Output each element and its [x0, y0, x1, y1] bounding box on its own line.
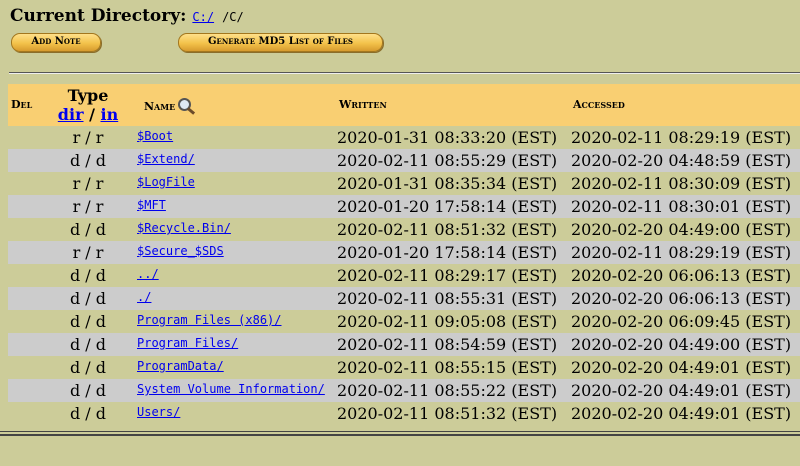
- file-name-link[interactable]: Program Files/: [137, 336, 238, 350]
- table-row: d / d $Recycle.Bin/2020-02-11 08:51:32 (E…: [8, 218, 800, 241]
- table-row: d / d $Extend/2020-02-11 08:55:29 (EST) 20…: [8, 149, 800, 172]
- current-directory-header: Current Directory: C:/ /C/: [10, 6, 244, 26]
- table-row: d / d ../ 2020-02-11 08:29:17 (EST) 2020-02…: [8, 264, 800, 287]
- row-written: 2020-01-31 08:35:34 (EST): [337, 174, 558, 193]
- row-type: r / r: [72, 128, 104, 147]
- row-accessed: 2020-02-20 04:49:01 (EST): [571, 381, 792, 400]
- type-in-link[interactable]: in: [100, 105, 118, 124]
- table-row: r / r $Boot 2020-01-31 08:33:20 (EST) 2020-…: [8, 126, 800, 149]
- file-name-link[interactable]: ProgramData/: [137, 359, 224, 373]
- row-accessed: 2020-02-20 04:48:59 (EST): [571, 151, 792, 170]
- file-name-link[interactable]: $Secure_$SDS: [137, 244, 224, 258]
- row-written: 2020-02-11 08:51:32 (EST): [337, 220, 558, 239]
- row-accessed: 2020-02-11 08:29:19 (EST): [571, 243, 792, 262]
- row-accessed: 2020-02-20 06:09:45 (EST): [571, 312, 792, 331]
- file-name-link[interactable]: $LogFile: [137, 175, 195, 189]
- row-accessed: 2020-02-11 08:30:09 (EST): [571, 174, 792, 193]
- row-accessed: 2020-02-20 04:49:00 (EST): [571, 335, 792, 354]
- row-written: 2020-01-20 17:58:14 (EST): [337, 197, 558, 216]
- file-name-link[interactable]: $MFT: [137, 198, 166, 212]
- type-sep: /: [83, 105, 101, 124]
- row-accessed: 2020-02-20 06:06:13 (EST): [571, 289, 792, 308]
- row-type: d / d: [69, 312, 107, 331]
- col-name-header: Name: [144, 98, 197, 115]
- row-type: d / d: [69, 381, 107, 400]
- row-type: d / d: [69, 404, 107, 423]
- file-name-link[interactable]: ./: [137, 290, 151, 304]
- row-accessed: 2020-02-20 04:49:01 (EST): [571, 358, 792, 377]
- table-row: d / d System Volume Information/2020-02-1…: [8, 379, 800, 402]
- row-accessed: 2020-02-11 08:29:19 (EST): [571, 128, 792, 147]
- table-row: r / r $LogFile 2020-01-31 08:35:34 (EST) 20…: [8, 172, 800, 195]
- col-del-header: Del: [11, 98, 33, 111]
- add-note-button[interactable]: Add Note: [11, 33, 101, 52]
- row-accessed: 2020-02-11 08:30:01 (EST): [571, 197, 792, 216]
- file-name-link[interactable]: $Extend/: [137, 152, 195, 166]
- magnifier-icon[interactable]: [175, 98, 197, 115]
- row-written: 2020-01-20 17:58:14 (EST): [337, 243, 558, 262]
- row-written: 2020-02-11 08:51:32 (EST): [337, 404, 558, 423]
- row-type: d / d: [69, 151, 107, 170]
- row-written: 2020-02-11 08:29:17 (EST): [337, 266, 558, 285]
- file-table-body: r / r $Boot 2020-01-31 08:33:20 (EST) 2020-…: [8, 126, 800, 425]
- row-type: d / d: [69, 358, 107, 377]
- col-type-label: Type: [67, 86, 109, 105]
- current-directory-label: Current Directory:: [10, 6, 187, 26]
- type-dir-link[interactable]: dir: [58, 105, 84, 124]
- bottom-divider: [0, 431, 800, 436]
- col-type-header: Type dir / in: [56, 86, 120, 124]
- row-type: d / d: [69, 220, 107, 239]
- row-written: 2020-02-11 08:55:15 (EST): [337, 358, 558, 377]
- row-type: r / r: [72, 197, 104, 216]
- file-name-link[interactable]: $Recycle.Bin/: [137, 221, 231, 235]
- row-type: d / d: [69, 289, 107, 308]
- table-row: d / d ./ 2020-02-11 08:55:31 (EST) 2020-02-…: [8, 287, 800, 310]
- row-type: d / d: [69, 335, 107, 354]
- table-row: d / d ProgramData/2020-02-11 08:55:15 (ES…: [8, 356, 800, 379]
- row-type: r / r: [72, 174, 104, 193]
- file-name-link[interactable]: Program Files (x86)/: [137, 313, 282, 327]
- row-accessed: 2020-02-20 04:49:01 (EST): [571, 404, 792, 423]
- col-accessed-header: Accessed: [573, 98, 625, 111]
- file-name-link[interactable]: ../: [137, 267, 159, 281]
- file-table-header: Del Type dir / in Name Written Accessed: [8, 84, 800, 126]
- col-written-header: Written: [339, 98, 387, 111]
- table-row: r / r $MFT 2020-01-20 17:58:14 (EST) 2020-0…: [8, 195, 800, 218]
- row-written: 2020-02-11 08:54:59 (EST): [337, 335, 558, 354]
- top-divider: [9, 72, 800, 74]
- row-type: r / r: [72, 243, 104, 262]
- generate-md5-button[interactable]: Generate MD5 List of Files: [178, 33, 383, 52]
- file-name-link[interactable]: $Boot: [137, 129, 173, 143]
- row-accessed: 2020-02-20 04:49:00 (EST): [571, 220, 792, 239]
- file-name-link[interactable]: System Volume Information/: [137, 382, 325, 396]
- file-name-link[interactable]: Users/: [137, 405, 180, 419]
- row-accessed: 2020-02-20 06:06:13 (EST): [571, 266, 792, 285]
- table-row: d / d Program Files (x86)/ 2020-02-11 09:0…: [8, 310, 800, 333]
- path-link-root[interactable]: C:/: [192, 10, 214, 24]
- path-current: /C/: [222, 10, 244, 24]
- table-row: d / d Users/2020-02-11 08:51:32 (EST) 2020…: [8, 402, 800, 425]
- table-row: d / d Program Files/2020-02-11 08:54:59 (…: [8, 333, 800, 356]
- row-written: 2020-02-11 08:55:22 (EST): [337, 381, 558, 400]
- row-written: 2020-02-11 08:55:31 (EST): [337, 289, 558, 308]
- table-row: r / r $Secure_$SDS 2020-01-20 17:58:14 (ES…: [8, 241, 800, 264]
- row-written: 2020-01-31 08:33:20 (EST): [337, 128, 558, 147]
- row-type: d / d: [69, 266, 107, 285]
- row-written: 2020-02-11 08:55:29 (EST): [337, 151, 558, 170]
- row-written: 2020-02-11 09:05:08 (EST): [337, 312, 558, 331]
- col-name-label: Name: [144, 100, 176, 113]
